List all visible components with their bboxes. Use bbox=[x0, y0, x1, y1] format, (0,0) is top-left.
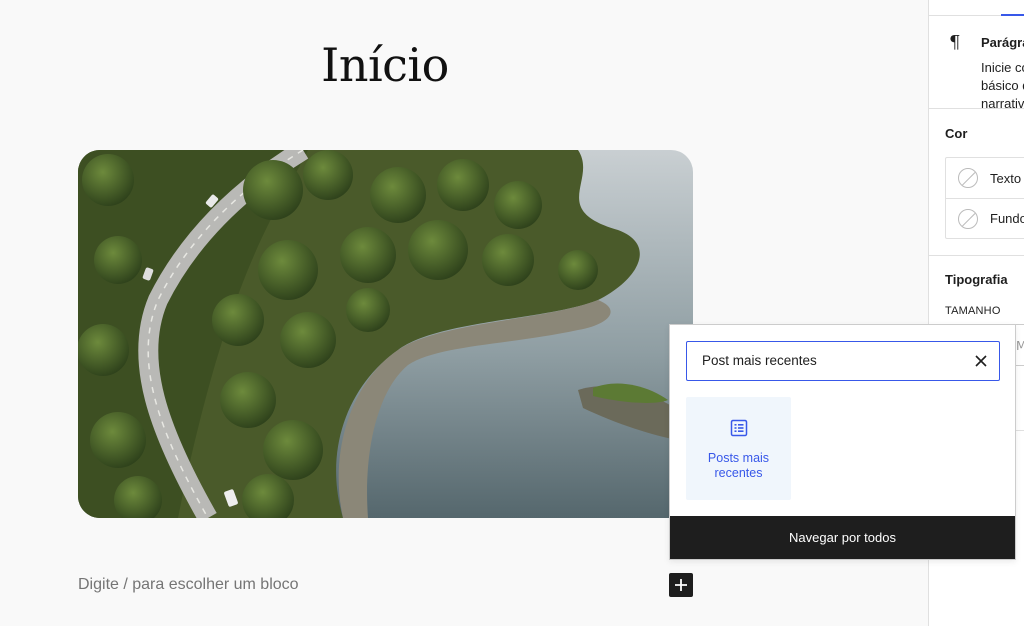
block-inserter-popover: Posts mais recentes Navegar por todos bbox=[669, 324, 1016, 560]
color-item-background[interactable]: Fundo bbox=[946, 198, 1024, 238]
block-search-box[interactable] bbox=[686, 341, 1000, 381]
block-name: Parágrafo bbox=[981, 35, 1024, 50]
empty-swatch-icon bbox=[958, 208, 978, 229]
list-view-icon bbox=[730, 419, 747, 437]
plus-icon bbox=[675, 579, 687, 591]
page-title[interactable]: Início bbox=[0, 38, 770, 92]
clear-search-button[interactable] bbox=[971, 351, 991, 371]
sidebar-tabs bbox=[929, 0, 1024, 16]
block-search-input[interactable] bbox=[687, 342, 957, 379]
block-description: Inicie com o bloco básico de toda narrat… bbox=[981, 60, 1024, 111]
color-panel: Texto Fundo bbox=[945, 157, 1024, 239]
divider bbox=[929, 255, 1024, 256]
block-result-label: Posts mais recentes bbox=[707, 451, 770, 480]
block-placeholder[interactable]: Digite / para escolher um bloco bbox=[78, 576, 299, 594]
paragraph-icon: ¶ bbox=[949, 32, 961, 53]
color-section-title[interactable]: Cor bbox=[945, 126, 967, 141]
empty-swatch-icon bbox=[958, 168, 978, 188]
size-label: TAMANHO bbox=[945, 305, 1001, 317]
landscape-image bbox=[78, 150, 693, 518]
block-result-latest-posts[interactable]: Posts mais recentes bbox=[686, 397, 791, 500]
add-block-button[interactable] bbox=[669, 573, 693, 597]
browse-all-button[interactable]: Navegar por todos bbox=[670, 516, 1015, 559]
image-block[interactable] bbox=[78, 150, 693, 518]
typography-section-title[interactable]: Tipografia bbox=[945, 272, 1008, 287]
color-item-label: Fundo bbox=[990, 211, 1024, 226]
size-control-glyph: M bbox=[1016, 339, 1024, 353]
color-item-label: Texto bbox=[990, 170, 1022, 186]
close-icon bbox=[975, 355, 987, 367]
color-item-text[interactable]: Texto bbox=[946, 158, 1024, 198]
block-card: ¶ Parágrafo Inicie com o bloco básico de… bbox=[929, 16, 1024, 111]
